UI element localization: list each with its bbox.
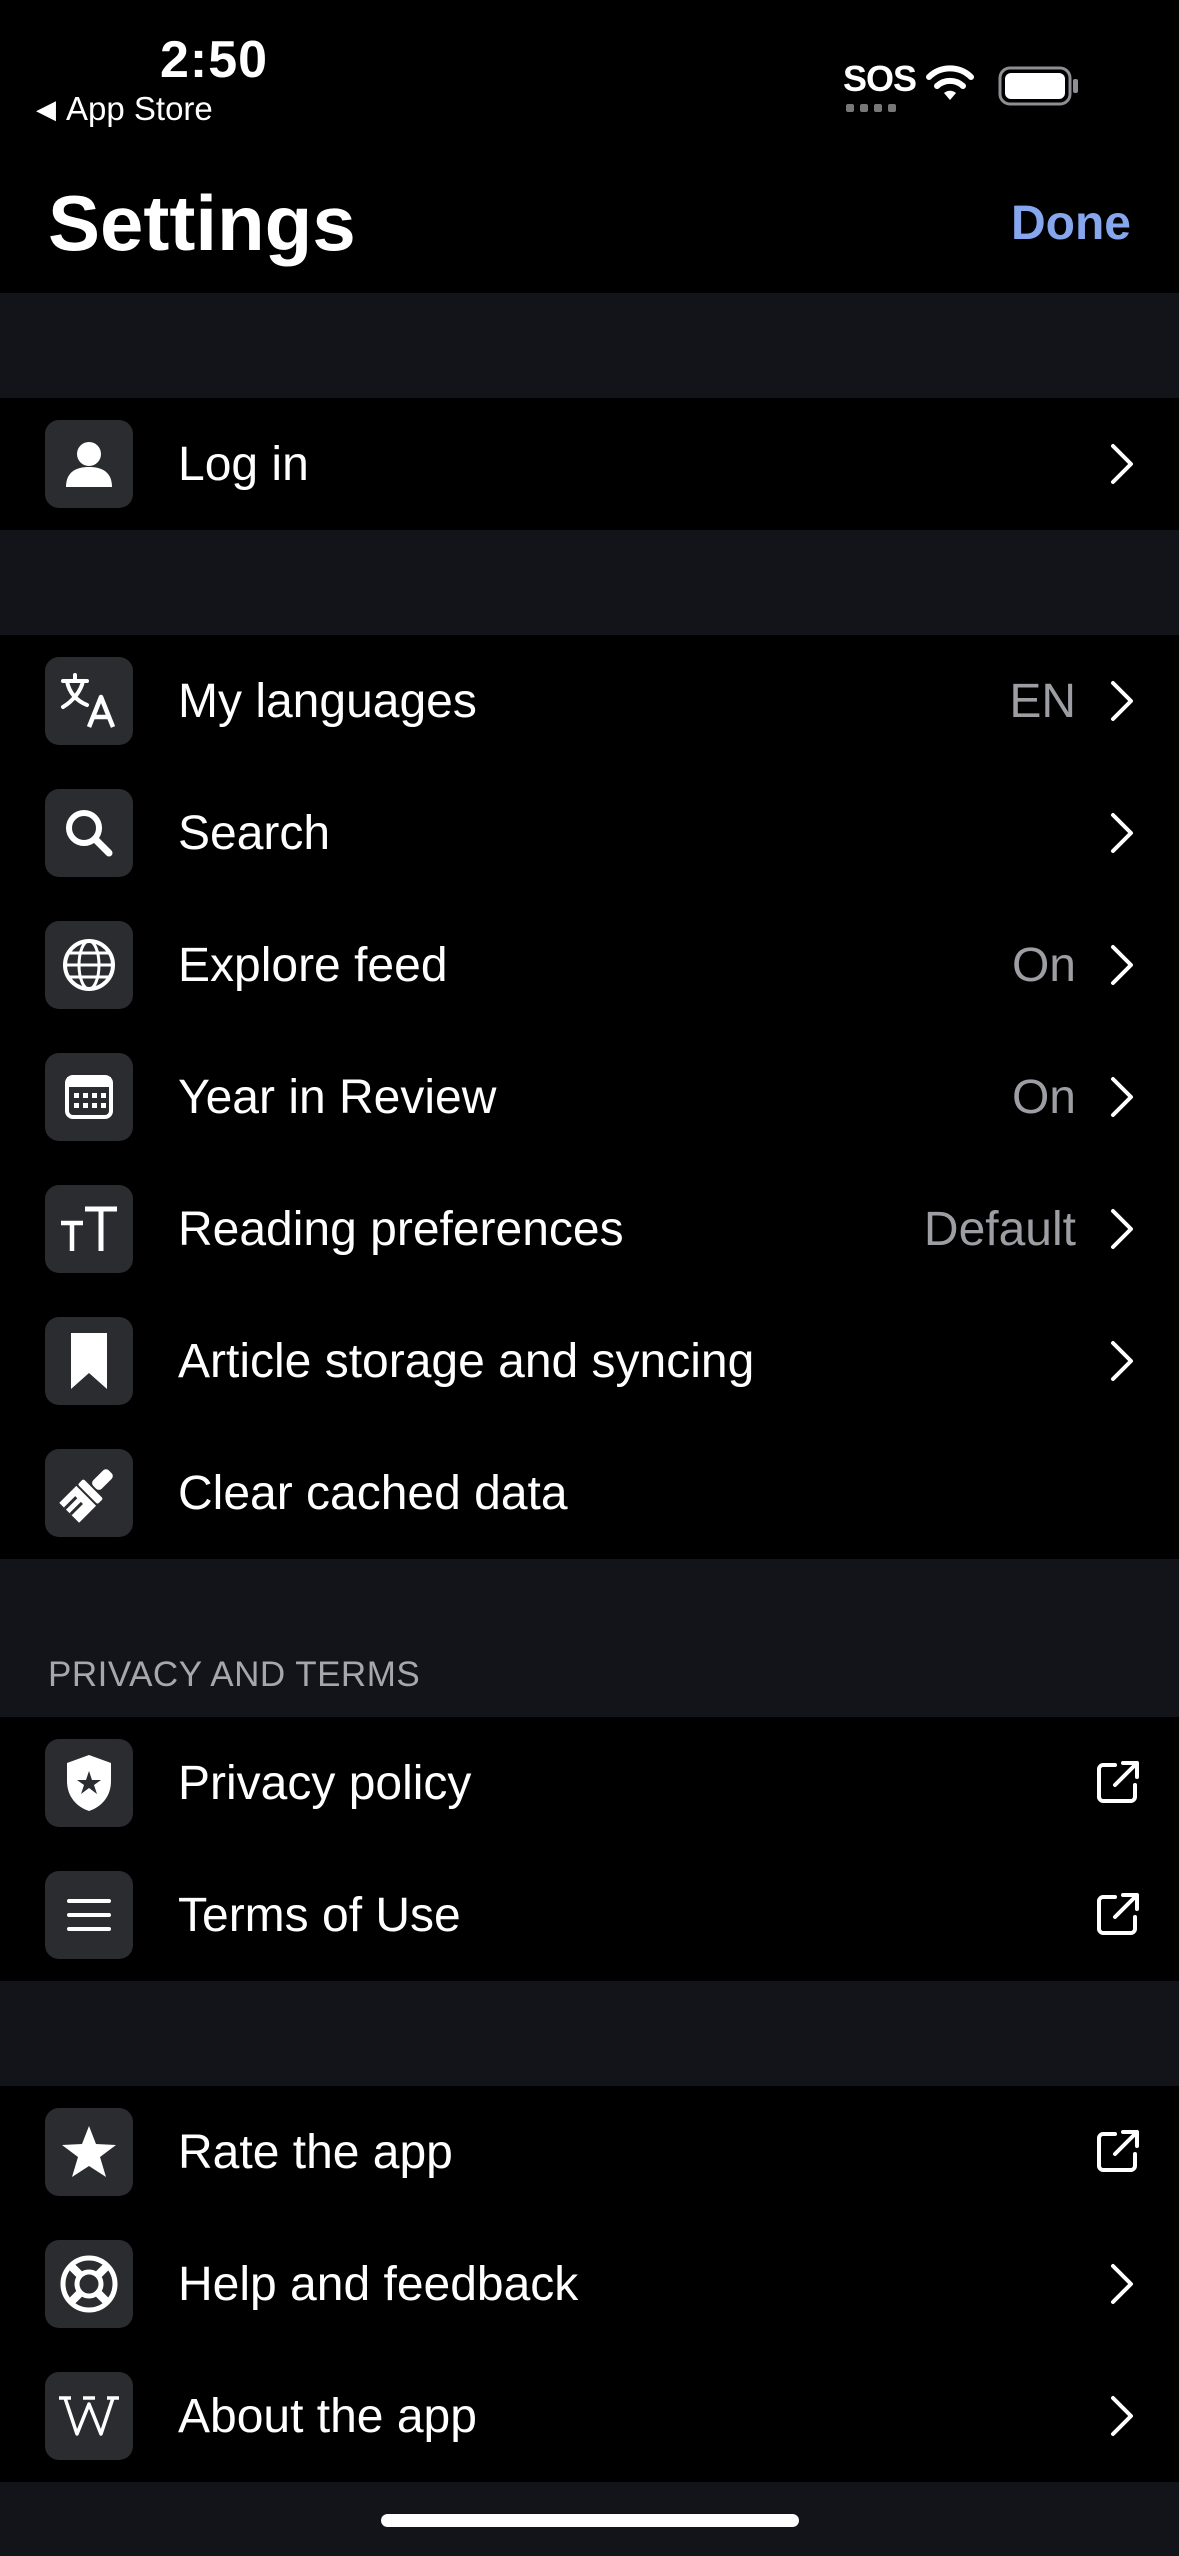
article-storage-row[interactable]: Article storage and syncing: [0, 1295, 1179, 1427]
account-section: Log in: [0, 398, 1179, 530]
back-app-label: App Store: [66, 90, 213, 127]
signal-dots-icon: [846, 104, 896, 112]
privacy-section-header: PRIVACY AND TERMS: [48, 1655, 421, 1694]
brush-icon: [45, 1449, 133, 1537]
year-in-review-label: Year in Review: [178, 1070, 497, 1124]
text-size-icon: [45, 1185, 133, 1273]
shield-icon: [45, 1739, 133, 1827]
status-time: 2:50: [160, 31, 269, 89]
year-in-review-value: On: [1011, 1070, 1076, 1124]
help-feedback-row[interactable]: Help and feedback: [0, 2218, 1179, 2350]
privacy-policy-label: Privacy policy: [178, 1756, 472, 1810]
bookmark-icon: [45, 1317, 133, 1405]
reading-preferences-label: Reading preferences: [178, 1202, 624, 1256]
search-label: Search: [178, 806, 331, 860]
terms-of-use-row[interactable]: Terms of Use: [0, 1849, 1179, 1981]
magnifier-icon: [45, 789, 133, 877]
help-feedback-label: Help and feedback: [178, 2257, 579, 2311]
external-link-icon: [1097, 1893, 1139, 1935]
translate-icon: [45, 657, 133, 745]
section-spacer: [0, 530, 1179, 635]
page-title: Settings: [48, 179, 356, 267]
chevron-right-icon: [1111, 2264, 1133, 2304]
chevron-right-icon: [1111, 1209, 1133, 1249]
wikipedia-w-icon: [45, 2372, 133, 2460]
home-indicator[interactable]: [381, 2514, 799, 2527]
login-label: Log in: [178, 437, 309, 491]
chevron-right-icon: [1111, 945, 1133, 985]
general-section: My languages EN Search Explore feed On Y…: [0, 635, 1179, 1559]
chevron-right-icon: [1111, 2396, 1133, 2436]
reading-preferences-value: Default: [923, 1202, 1076, 1256]
article-storage-label: Article storage and syncing: [178, 1334, 755, 1388]
about-section: Rate the app Help and feedback About the…: [0, 2086, 1179, 2482]
chevron-right-icon: [1111, 1077, 1133, 1117]
chevron-right-icon: [1111, 681, 1133, 721]
globe-icon: [45, 921, 133, 1009]
rate-app-label: Rate the app: [178, 2125, 453, 2179]
terms-of-use-label: Terms of Use: [178, 1888, 461, 1942]
privacy-section: Privacy policy Terms of Use: [0, 1717, 1179, 1981]
login-row[interactable]: Log in: [0, 398, 1179, 530]
chevron-right-icon: [1111, 1341, 1133, 1381]
external-link-icon: [1097, 2130, 1139, 2172]
section-spacer: [0, 293, 1179, 398]
battery-icon: [998, 66, 1078, 106]
privacy-policy-row[interactable]: Privacy policy: [0, 1717, 1179, 1849]
clear-cached-data-label: Clear cached data: [178, 1466, 568, 1520]
my-languages-value: EN: [1009, 674, 1076, 728]
wifi-icon: [926, 65, 974, 100]
chevron-right-icon: [1111, 444, 1133, 484]
done-button[interactable]: Done: [1011, 196, 1131, 251]
sos-indicator: SOS: [843, 58, 917, 99]
lifebuoy-icon: [45, 2240, 133, 2328]
lines-icon: [45, 1871, 133, 1959]
explore-feed-label: Explore feed: [178, 938, 448, 992]
year-in-review-row[interactable]: Year in Review On: [0, 1031, 1179, 1163]
status-bar: 2:50 ◀ App Store SOS: [0, 0, 1179, 150]
section-spacer: [0, 1981, 1179, 2086]
star-icon: [45, 2108, 133, 2196]
clear-cached-data-row[interactable]: Clear cached data: [0, 1427, 1179, 1559]
chevron-right-icon: [1111, 813, 1133, 853]
person-icon: [45, 420, 133, 508]
rate-app-row[interactable]: Rate the app: [0, 2086, 1179, 2218]
about-app-row[interactable]: About the app: [0, 2350, 1179, 2482]
navigation-bar: Settings Done: [0, 150, 1179, 293]
my-languages-row[interactable]: My languages EN: [0, 635, 1179, 767]
explore-feed-value: On: [1011, 938, 1076, 992]
external-link-icon: [1097, 1761, 1139, 1803]
my-languages-label: My languages: [178, 674, 477, 728]
reading-preferences-row[interactable]: Reading preferences Default: [0, 1163, 1179, 1295]
search-row[interactable]: Search: [0, 767, 1179, 899]
back-arrow-icon: ◀: [36, 93, 56, 124]
explore-feed-row[interactable]: Explore feed On: [0, 899, 1179, 1031]
calendar-icon: [45, 1053, 133, 1141]
back-to-app-store[interactable]: ◀ App Store: [36, 90, 213, 128]
about-app-label: About the app: [178, 2389, 477, 2443]
